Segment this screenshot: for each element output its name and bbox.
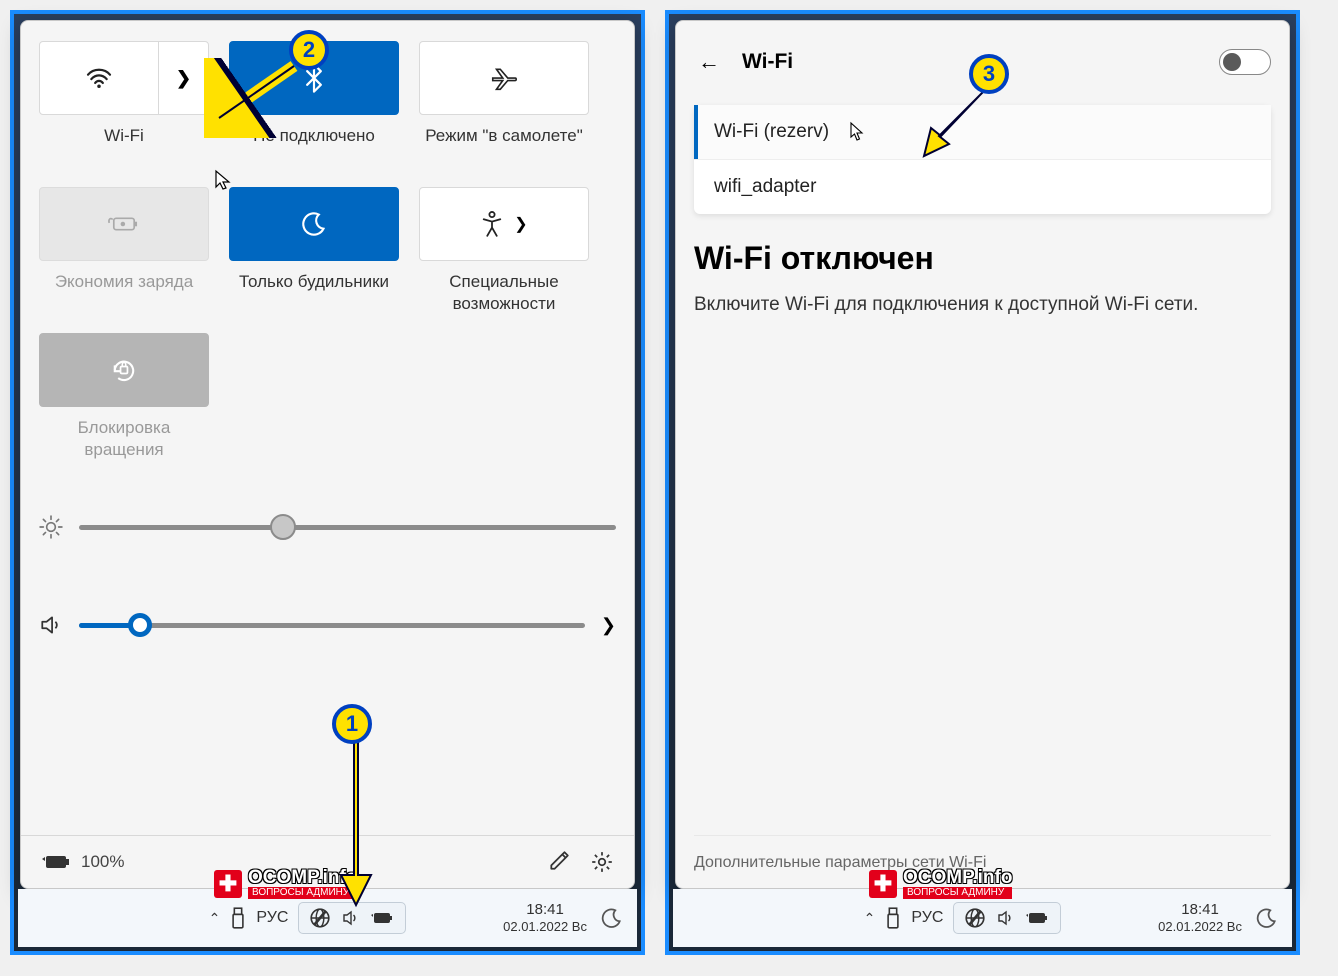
volume-icon bbox=[39, 613, 63, 637]
volume-slider[interactable] bbox=[79, 623, 585, 628]
callout-marker-1: 1 bbox=[332, 704, 372, 744]
wifi-network-name: wifi_adapter bbox=[714, 176, 816, 198]
rotation-lock-tile-label: Блокировка вращения bbox=[39, 417, 209, 465]
watermark-brand: OCOMP.info bbox=[903, 868, 1012, 887]
accessibility-tile[interactable]: ❯ bbox=[419, 187, 589, 261]
watermark-sub: ВОПРОСЫ АДМИНУ bbox=[903, 887, 1012, 899]
usb-icon[interactable] bbox=[885, 907, 901, 929]
callout-marker-2: 2 bbox=[289, 30, 329, 70]
wifi-network-name: Wi-Fi (rezerv) bbox=[714, 121, 829, 143]
airplane-icon bbox=[489, 65, 519, 91]
battery-status[interactable]: 100% bbox=[41, 852, 124, 872]
clock-time: 18:41 bbox=[503, 901, 587, 919]
wifi-tile[interactable]: ❯ bbox=[39, 41, 209, 115]
back-button[interactable]: ← bbox=[694, 49, 724, 75]
wifi-toggle-knob bbox=[1223, 53, 1241, 71]
cursor-icon bbox=[214, 169, 234, 193]
tray-volume-icon bbox=[341, 908, 361, 928]
brightness-slider[interactable] bbox=[79, 525, 616, 530]
watermark-logo-icon: ✚ bbox=[214, 870, 242, 898]
edit-quick-settings-button[interactable] bbox=[548, 850, 570, 874]
tray-battery-icon bbox=[371, 910, 395, 926]
volume-slider-thumb[interactable] bbox=[128, 613, 152, 637]
tile-group-wifi: ❯ Wi-Fi bbox=[39, 41, 209, 173]
network-globe-icon bbox=[964, 907, 986, 929]
tile-group-accessibility: ❯ Специальные возможности bbox=[419, 187, 589, 319]
focus-assist-tray-icon[interactable] bbox=[601, 907, 623, 929]
wifi-network-item[interactable]: wifi_adapter bbox=[694, 159, 1271, 214]
callout-arrow-2 bbox=[204, 58, 304, 138]
clock-time: 18:41 bbox=[1158, 901, 1242, 919]
brightness-slider-row bbox=[39, 515, 616, 539]
tray-chevron-icon[interactable]: ⌃ bbox=[864, 910, 876, 927]
brightness-icon bbox=[39, 515, 63, 539]
brightness-slider-thumb[interactable] bbox=[270, 514, 296, 540]
usb-icon[interactable] bbox=[230, 907, 246, 929]
wifi-tile-toggle[interactable] bbox=[40, 42, 158, 114]
alarms-only-tile[interactable] bbox=[229, 187, 399, 261]
wifi-off-heading: Wi-Fi отключен bbox=[694, 240, 1271, 277]
clock-date: 02.01.2022 Вс bbox=[1158, 919, 1242, 935]
wifi-off-text: Включите Wi-Fi для подключения к доступн… bbox=[694, 291, 1271, 319]
accessibility-tile-label: Специальные возможности bbox=[419, 271, 589, 319]
tray-volume-icon bbox=[996, 908, 1016, 928]
battery-saver-tile[interactable] bbox=[39, 187, 209, 261]
callout-marker-3: 3 bbox=[969, 54, 1009, 94]
moon-icon bbox=[301, 211, 327, 237]
panel-wifi-list: ← Wi-Fi Wi-Fi (rezerv) wifi_adapter Wi-F… bbox=[665, 10, 1300, 955]
tile-group-airplane: Режим "в самолете" bbox=[419, 41, 589, 173]
callout-arrow-1 bbox=[336, 740, 376, 910]
airplane-tile-label: Режим "в самолете" bbox=[425, 125, 583, 173]
tile-group-battery-saver: Экономия заряда bbox=[39, 187, 209, 319]
battery-saver-icon bbox=[107, 213, 141, 235]
cursor-icon bbox=[849, 121, 867, 143]
chevron-right-icon: ❯ bbox=[176, 68, 191, 89]
alarms-only-tile-label: Только будильники bbox=[239, 271, 389, 319]
taskbar-lang[interactable]: РУС bbox=[256, 909, 288, 927]
wifi-toggle[interactable] bbox=[1219, 49, 1271, 75]
rotation-lock-tile[interactable] bbox=[39, 333, 209, 407]
wifi-tile-label: Wi-Fi bbox=[104, 125, 144, 173]
battery-charging-icon bbox=[41, 852, 71, 872]
taskbar-clock[interactable]: 18:41 02.01.2022 Вс bbox=[1158, 901, 1242, 935]
wifi-icon bbox=[85, 67, 113, 89]
volume-slider-row: ❯ bbox=[39, 613, 616, 637]
network-globe-icon bbox=[309, 907, 331, 929]
battery-percent-text: 100% bbox=[81, 852, 124, 872]
taskbar-lang[interactable]: РУС bbox=[911, 909, 943, 927]
battery-saver-tile-label: Экономия заряда bbox=[55, 271, 193, 319]
rotation-lock-icon bbox=[109, 356, 139, 384]
taskbar-clock[interactable]: 18:41 02.01.2022 Вс bbox=[503, 901, 587, 935]
watermark: ✚ OCOMP.info ВОПРОСЫ АДМИНУ bbox=[869, 868, 1012, 899]
tile-group-alarms-only: Только будильники bbox=[229, 187, 399, 319]
panel-quick-settings: ❯ Wi-Fi Не подключено bbox=[10, 10, 645, 955]
quick-tiles-grid: ❯ Wi-Fi Не подключено bbox=[39, 41, 616, 465]
quick-settings-flyout: ❯ Wi-Fi Не подключено bbox=[20, 20, 635, 889]
settings-button[interactable] bbox=[590, 850, 614, 874]
accessibility-icon: ❯ bbox=[480, 211, 527, 237]
volume-output-button[interactable]: ❯ bbox=[601, 615, 616, 636]
callout-arrow-3 bbox=[919, 86, 999, 166]
tray-chevron-icon[interactable]: ⌃ bbox=[209, 910, 221, 927]
tray-battery-icon bbox=[1026, 910, 1050, 926]
airplane-tile[interactable] bbox=[419, 41, 589, 115]
system-tray-network-group[interactable] bbox=[953, 902, 1061, 934]
watermark-logo-icon: ✚ bbox=[869, 870, 897, 898]
focus-assist-tray-icon[interactable] bbox=[1256, 907, 1278, 929]
tile-group-rotation-lock: Блокировка вращения bbox=[39, 333, 209, 465]
clock-date: 02.01.2022 Вс bbox=[503, 919, 587, 935]
wifi-expand-button[interactable]: ❯ bbox=[158, 42, 208, 114]
